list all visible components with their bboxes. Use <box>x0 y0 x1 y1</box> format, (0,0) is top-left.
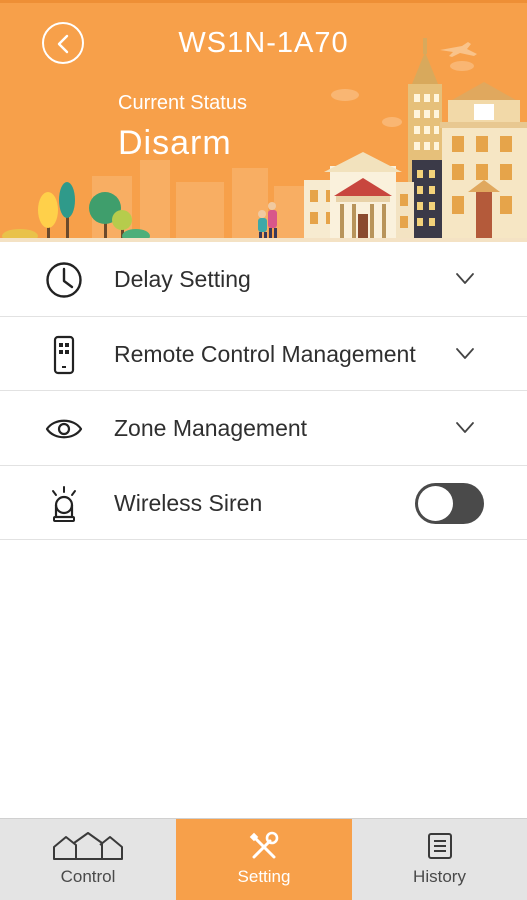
wireless-siren-toggle[interactable] <box>415 482 484 524</box>
tab-history-label: History <box>413 867 466 886</box>
toggle-knob <box>418 485 453 521</box>
tab-history[interactable]: History <box>352 819 527 900</box>
tab-setting-label: Setting <box>237 867 291 886</box>
houses-icon <box>53 832 123 860</box>
chevron-down-icon <box>456 422 474 433</box>
zone-management-row[interactable]: Zone Management <box>0 391 527 466</box>
tools-icon <box>249 831 279 859</box>
remote-control-icon <box>53 335 75 374</box>
remote-control-management-label: Remote Control Management <box>114 340 416 367</box>
chevron-down-icon <box>456 347 474 359</box>
header-banner: WS1N-1A70 Current Status Disarm <box>0 0 527 242</box>
current-status-value: Disarm <box>118 124 232 162</box>
zone-management-label: Zone Management <box>114 415 308 441</box>
clock-icon <box>46 262 82 298</box>
device-title: WS1N-1A70 <box>178 27 349 59</box>
document-icon <box>427 833 452 859</box>
remote-control-management-row[interactable]: Remote Control Management <box>0 316 527 391</box>
delay-setting-row[interactable]: Delay Setting <box>0 242 527 317</box>
eye-icon <box>45 419 83 439</box>
chevron-down-icon <box>456 273 474 284</box>
wireless-siren-label: Wireless Siren <box>114 489 263 516</box>
bottom-navigation: Control Setting History <box>0 818 527 900</box>
tab-control[interactable]: Control <box>0 819 176 900</box>
settings-list: Delay Setting Remote Control Management … <box>0 242 527 540</box>
current-status-label: Current Status <box>118 92 247 114</box>
delay-setting-label: Delay Setting <box>114 266 251 292</box>
siren-icon <box>52 485 76 522</box>
tab-control-label: Control <box>60 867 116 886</box>
wireless-siren-row: Wireless Siren <box>0 465 527 540</box>
tab-setting[interactable]: Setting <box>176 819 352 900</box>
